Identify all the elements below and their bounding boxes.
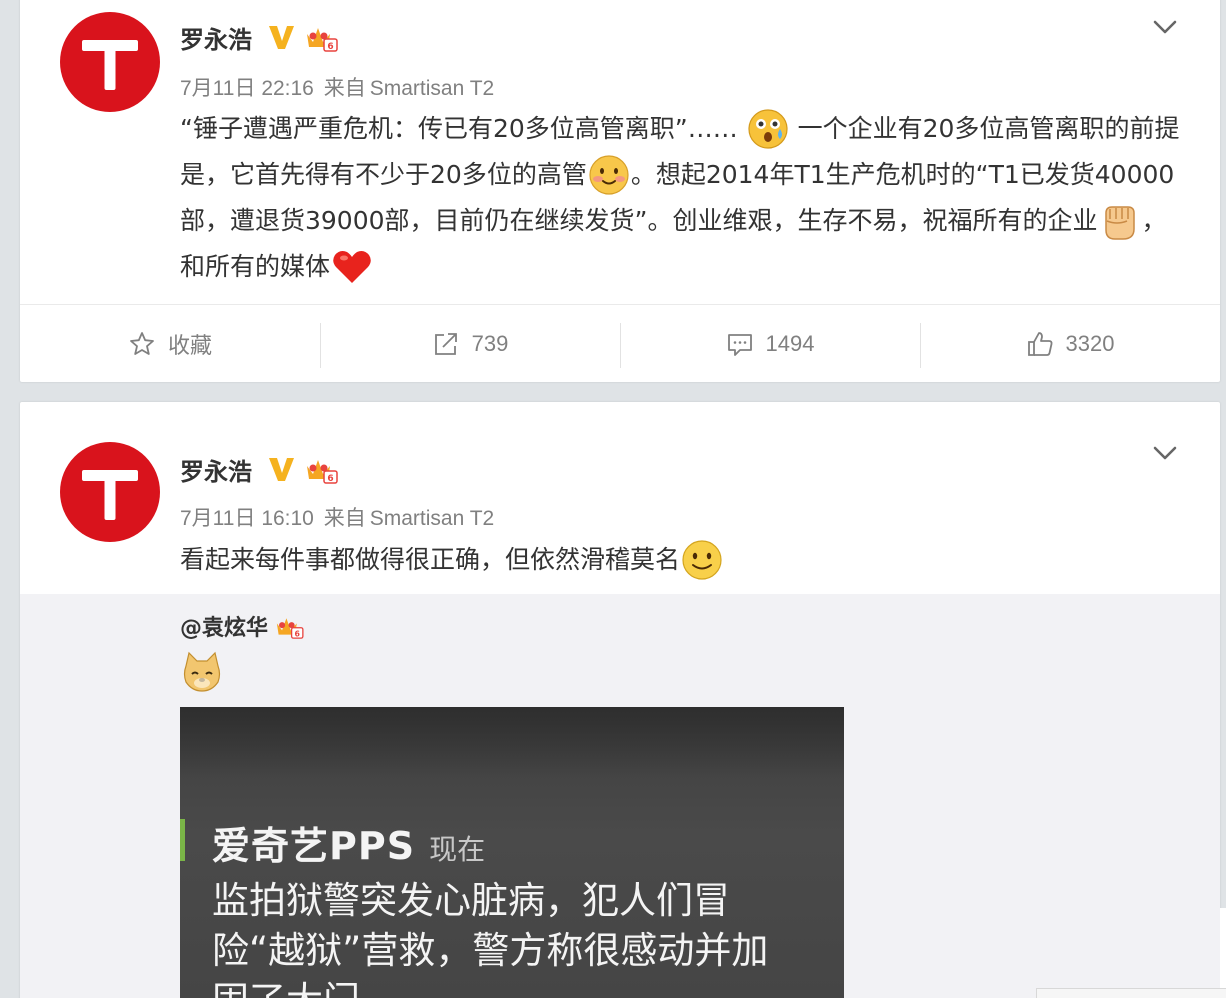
avatar[interactable] [60, 442, 160, 542]
author-row: 罗永浩 6 [180, 20, 338, 54]
post-text: 看起来每件事都做得很正确，但依然滑稽莫名 [180, 537, 1180, 583]
source-device[interactable]: Smartisan T2 [370, 507, 495, 530]
author-name[interactable]: 罗永浩 [180, 20, 252, 55]
repost-button[interactable]: 739 [320, 305, 620, 382]
heart-emoji [333, 251, 371, 283]
avatar[interactable] [60, 12, 160, 112]
action-bar: 收藏 739 1494 3320 [20, 304, 1220, 382]
notification-body: 监拍狱警突发心脏病，犯人们冒 险“越狱”营救，警方称很感动并加 固了大门。 [212, 876, 844, 998]
timestamp[interactable]: 7月11日 22:16 [180, 77, 314, 100]
comment-count: 1494 [765, 330, 815, 356]
crown-member-icon[interactable]: 6 [304, 454, 338, 484]
favorite-button[interactable]: 收藏 [20, 305, 320, 382]
svg-text:6: 6 [295, 629, 300, 638]
verified-v-icon[interactable] [266, 454, 296, 484]
author-row: 罗永浩 6 [180, 452, 338, 486]
repost-image[interactable]: 爱奇艺PPS 现在 监拍狱警突发心脏病，犯人们冒 险“越狱”营救，警方称很感动并加… [180, 707, 844, 998]
post-card: 罗永浩 6 7月11日 22:16 来自 Smartisan T2 “锤子遭遇严重… [20, 0, 1220, 382]
side-edge-tab [1220, 908, 1226, 988]
notification-line: 固了大门。 [212, 976, 844, 998]
source-prefix: 来自 [323, 507, 366, 530]
comment-bubble-icon [727, 333, 752, 356]
notification-line: 险“越狱”营救，警方称很感动并加 [212, 929, 769, 972]
repost-user-row: @袁炫华 6 [180, 610, 304, 642]
like-count: 3320 [1065, 330, 1115, 356]
comment-button[interactable]: 1494 [620, 305, 920, 382]
doge-emoji [183, 651, 221, 692]
post-text-body: 看起来每件事都做得很正确，但依然滑稽莫名 [180, 545, 681, 574]
blush-smile-emoji [589, 155, 629, 195]
like-button[interactable]: 3320 [920, 305, 1220, 382]
author-name[interactable]: 罗永浩 [180, 452, 252, 487]
post-text: “锤子遭遇严重危机：传已有20多位高管离职”…… 一个企业有20多位高管离职的前… [180, 106, 1180, 290]
svg-text:6: 6 [327, 42, 333, 52]
post-meta: 7月11日 22:16 来自 Smartisan T2 [180, 72, 494, 102]
smile-emoji [682, 540, 722, 580]
svg-text:6: 6 [327, 474, 333, 484]
post-text-segment: “锤子遭遇严重危机：传已有20多位高管离职”…… [180, 114, 738, 143]
post-meta: 7月11日 16:10 来自 Smartisan T2 [180, 502, 494, 532]
notification-header: 爱奇艺PPS 现在 [212, 815, 844, 870]
floating-panel-edge [1036, 988, 1226, 998]
source-prefix: 来自 [323, 77, 366, 100]
share-arrow-icon [434, 332, 457, 355]
verified-v-icon[interactable] [266, 22, 296, 52]
crown-member-icon[interactable]: 6 [304, 22, 338, 52]
t-logo-icon [82, 40, 138, 90]
post-card: 罗永浩 6 7月11日 16:10 来自 Smartisan T2 看起来每件事都… [20, 402, 1220, 998]
fist-emoji [1105, 206, 1136, 240]
star-outline-icon [130, 331, 154, 355]
chevron-down-icon[interactable] [1150, 438, 1180, 468]
repost-username[interactable]: @袁炫华 [180, 610, 268, 642]
shocked-sweat-emoji [748, 109, 788, 149]
t-logo-icon [82, 470, 138, 520]
crown-member-icon[interactable]: 6 [274, 613, 304, 639]
app-accent-bar [180, 819, 185, 861]
notification-line: 监拍狱警突发心脏病，犯人们冒 [212, 879, 730, 922]
notification-time: 现在 [429, 833, 486, 866]
notification-app-name: 爱奇艺PPS [212, 824, 416, 868]
repost-container[interactable]: @袁炫华 6 爱奇艺PPS 现在 监拍狱警突发心脏病，犯人们冒 险“越狱”营救，… [20, 594, 1220, 998]
favorite-label: 收藏 [167, 332, 212, 358]
chevron-down-icon[interactable] [1150, 12, 1180, 42]
source-device[interactable]: Smartisan T2 [370, 77, 495, 100]
repost-count: 739 [471, 330, 509, 356]
image-shadow [180, 707, 844, 777]
timestamp[interactable]: 7月11日 16:10 [180, 507, 314, 530]
thumbs-up-icon [1027, 331, 1052, 356]
notification-preview: 爱奇艺PPS 现在 监拍狱警突发心脏病，犯人们冒 险“越狱”营救，警方称很感动并加… [212, 815, 844, 998]
